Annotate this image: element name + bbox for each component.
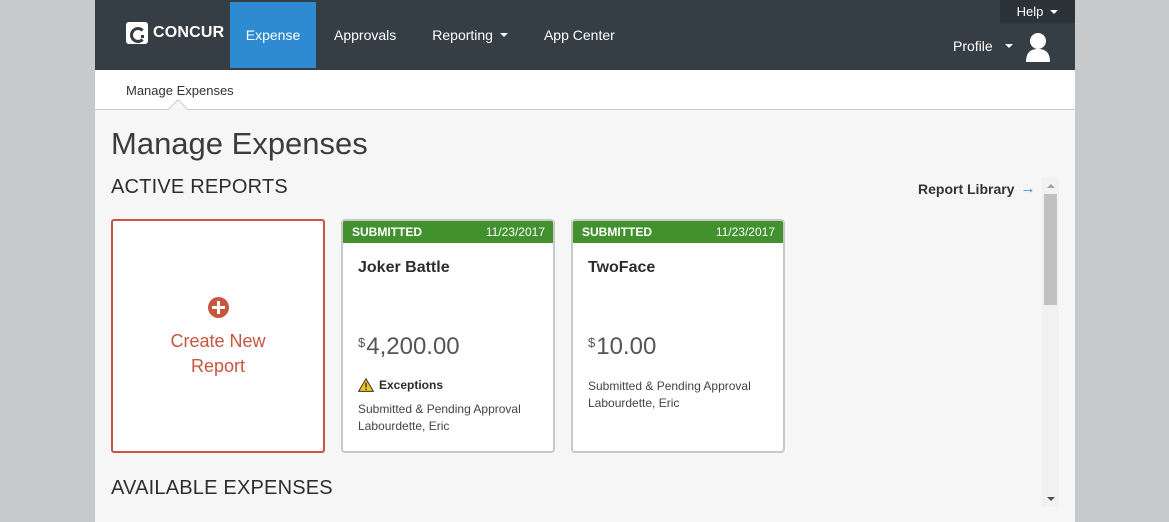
breadcrumb-manage-expenses[interactable]: Manage Expenses	[126, 83, 234, 98]
nav-approvals-label: Approvals	[334, 27, 397, 43]
status-badge: SUBMITTED	[352, 225, 422, 239]
chevron-down-icon	[499, 33, 508, 37]
arrow-right-icon: →	[1020, 180, 1036, 197]
top-navigation-bar: CONCUR Expense Approvals Reporting App C…	[95, 0, 1075, 70]
report-card-header: SUBMITTED 11/23/2017	[573, 221, 783, 243]
plus-circle-icon	[207, 297, 229, 318]
vertical-scrollbar[interactable]	[1042, 177, 1059, 507]
help-label: Help	[1016, 4, 1044, 19]
active-reports-heading: ACTIVE REPORTS	[111, 176, 288, 198]
report-card-joker-battle[interactable]: SUBMITTED 11/23/2017 Joker Battle $4,200…	[341, 219, 555, 453]
currency-symbol: $	[358, 335, 366, 350]
warning-icon	[358, 378, 374, 392]
logo-text: CONCUR	[153, 24, 225, 41]
report-card-twoface[interactable]: SUBMITTED 11/23/2017 TwoFace $10.00 Subm…	[571, 219, 785, 453]
page-title: Manage Expenses	[111, 126, 368, 161]
scroll-up-button[interactable]	[1042, 177, 1059, 194]
report-amount: $10.00	[588, 333, 656, 361]
profile-label: Profile	[953, 38, 993, 54]
status-badge: SUBMITTED	[582, 225, 652, 239]
nav-expense-label: Expense	[245, 27, 301, 43]
profile-menu[interactable]: Profile	[953, 38, 1013, 54]
create-new-report-button[interactable]: Create New Report	[111, 219, 325, 453]
chevron-down-icon	[1050, 9, 1059, 14]
chevron-down-icon	[1004, 44, 1013, 48]
amount-value: 10.00	[596, 333, 657, 360]
nav-reporting[interactable]: Reporting	[414, 2, 526, 68]
currency-symbol: $	[588, 335, 596, 350]
create-new-report-label: Create New Report	[170, 331, 266, 376]
nav-expense[interactable]: Expense	[230, 2, 316, 68]
scroll-down-button[interactable]	[1042, 490, 1059, 507]
report-date: 11/23/2017	[485, 225, 545, 239]
user-avatar-icon[interactable]	[1025, 31, 1051, 63]
report-date: 11/23/2017	[715, 225, 775, 239]
amount-value: 4,200.00	[366, 333, 460, 360]
nav-app-center[interactable]: App Center	[526, 2, 633, 68]
breadcrumb: Manage Expenses	[95, 70, 1075, 110]
nav-reporting-label: Reporting	[432, 27, 493, 43]
approval-status: Submitted & Pending Approval	[358, 402, 521, 416]
app-window: CONCUR Expense Approvals Reporting App C…	[95, 0, 1075, 522]
exceptions-indicator: Exceptions	[358, 378, 443, 392]
help-menu[interactable]: Help	[1000, 0, 1075, 23]
report-name: TwoFace	[588, 259, 656, 276]
available-expenses-heading: AVAILABLE EXPENSES	[111, 477, 333, 499]
report-library-label: Report Library	[918, 180, 1015, 197]
exceptions-label: Exceptions	[379, 378, 444, 392]
concur-logo-icon	[126, 22, 148, 44]
report-amount: $4,200.00	[358, 333, 460, 361]
main-nav: Expense Approvals Reporting App Center	[230, 2, 633, 68]
approver-name: Labourdette, Eric	[358, 419, 450, 433]
report-library-link[interactable]: Report Library →	[918, 180, 1035, 197]
nav-app-center-label: App Center	[543, 27, 615, 43]
approver-name: Labourdette, Eric	[588, 396, 680, 410]
triangle-up-icon	[1046, 183, 1055, 188]
report-card-header: SUBMITTED 11/23/2017	[343, 221, 553, 243]
nav-approvals[interactable]: Approvals	[316, 2, 414, 68]
scroll-thumb[interactable]	[1044, 194, 1057, 305]
triangle-down-icon	[1046, 496, 1055, 501]
concur-logo[interactable]: CONCUR	[126, 22, 224, 44]
approval-status: Submitted & Pending Approval	[588, 379, 751, 393]
report-name: Joker Battle	[358, 259, 450, 276]
